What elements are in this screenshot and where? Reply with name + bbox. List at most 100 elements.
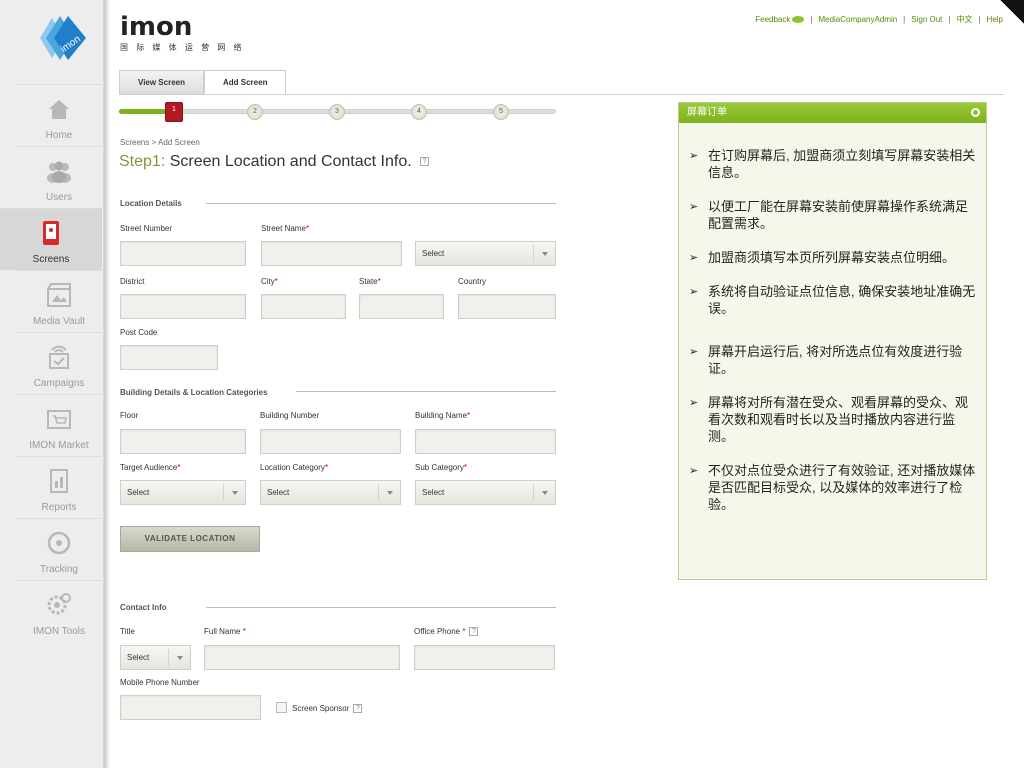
separator: | [948, 15, 951, 24]
office-phone-input[interactable] [414, 645, 555, 670]
gear-icon[interactable] [971, 108, 980, 117]
city-input[interactable] [261, 294, 346, 319]
brand-logo[interactable]: imon 国 际 媒 体 运 营 网 络 [120, 14, 245, 53]
sidebar-item-media-vault[interactable]: Media Vault [16, 270, 102, 332]
sidebar-item-users[interactable]: Users [16, 146, 102, 208]
screen-sponsor-label: Screen Sponsor? [292, 704, 363, 714]
step-4[interactable]: 4 [411, 104, 427, 120]
building-number-input[interactable] [260, 429, 401, 454]
full-name-input[interactable] [204, 645, 400, 670]
validate-location-button[interactable]: VALIDATE LOCATION [120, 526, 260, 552]
section-rule [206, 203, 556, 204]
street-name-label: Street Name* [261, 224, 310, 233]
section-rule [206, 607, 556, 608]
street-type-select[interactable]: Select [415, 241, 556, 266]
home-icon [49, 100, 69, 119]
sidebar-item-label: IMON Market [29, 440, 89, 451]
step-3[interactable]: 3 [329, 104, 345, 120]
panel-list-item: 加盟商须填写本页所列屏幕安装点位明细。 [687, 249, 978, 266]
tab-view-screen[interactable]: View Screen [119, 70, 204, 94]
location-details-heading: Location Details [120, 199, 182, 208]
step-5[interactable]: 5 [493, 104, 509, 120]
sign-out-link[interactable]: Sign Out [911, 15, 942, 24]
panel-list-item: 屏幕开启运行后, 将对所选点位有效度进行验证。 [687, 343, 978, 377]
sidebar: imon Home Users Screens Media Vault Camp… [0, 0, 104, 768]
street-name-input[interactable] [261, 241, 402, 266]
media-vault-icon [47, 283, 71, 307]
screen-order-panel: 屏幕订单 在订购屏幕后, 加盟商须立刻填写屏幕安装相关信息。 以便工厂能在屏幕安… [678, 102, 987, 580]
post-code-label: Post Code [120, 328, 158, 337]
screen-sponsor-checkbox[interactable] [276, 702, 287, 713]
corner-badge[interactable] [1000, 0, 1024, 24]
panel-header: 屏幕订单 [679, 103, 986, 123]
state-input[interactable] [359, 294, 444, 319]
sidebar-item-home[interactable]: Home [16, 84, 102, 146]
office-phone-label: Office Phone *? [414, 627, 479, 637]
floor-label: Floor [120, 411, 139, 420]
step-1[interactable]: 1 [165, 102, 183, 122]
tracking-icon [47, 531, 71, 555]
imon-logo[interactable]: imon [18, 12, 88, 64]
sub-category-label: Sub Category* [415, 463, 468, 472]
country-input[interactable] [458, 294, 556, 319]
page-title: Step1: Screen Location and Contact Info.… [119, 153, 430, 171]
floor-input[interactable] [120, 429, 246, 454]
language-link[interactable]: 中文 [956, 14, 972, 25]
page-title-step: Step1: [119, 153, 166, 170]
breadcrumb[interactable]: Screens > Add Screen [120, 138, 200, 147]
feedback-link[interactable]: Feedback [755, 15, 805, 24]
sidebar-item-screens[interactable]: Screens [0, 208, 102, 270]
help-icon[interactable]: ? [420, 157, 430, 167]
panel-list-item: 以便工厂能在屏幕安装前使屏幕操作系统满足配置需求。 [687, 198, 978, 232]
sidebar-item-tracking[interactable]: Tracking [16, 518, 102, 580]
sidebar-item-label: Tracking [40, 564, 78, 575]
panel-list-item: 不仅对点位受众进行了有效验证, 还对播放媒体是否匹配目标受众, 以及媒体的效率进… [687, 462, 978, 513]
post-code-input[interactable] [120, 345, 218, 370]
sidebar-item-label: Users [45, 192, 73, 203]
top-links: Feedback | MediaCompanyAdmin | Sign Out … [755, 14, 1003, 25]
reports-icon [50, 469, 68, 493]
help-icon[interactable]: ? [353, 704, 363, 714]
street-number-input[interactable] [120, 241, 246, 266]
chevron-down-icon [223, 484, 245, 501]
panel-list-item: 在订购屏幕后, 加盟商须立刻填写屏幕安装相关信息。 [687, 147, 978, 181]
sidebar-item-label: IMON Tools [32, 626, 86, 637]
sidebar-item-imon-market[interactable]: IMON Market [16, 394, 102, 456]
country-label: Country [458, 277, 487, 286]
section-rule [296, 391, 556, 392]
tab-add-screen[interactable]: Add Screen [204, 70, 287, 94]
city-label: City* [261, 277, 278, 286]
sidebar-item-campaigns[interactable]: Campaigns [16, 332, 102, 394]
tab-bar: View Screen Add Screen [119, 70, 287, 94]
panel-list-item: 系统将自动验证点位信息, 确保安装地址准确无误。 [687, 283, 978, 317]
building-details-heading: Building Details & Location Categories [120, 388, 268, 397]
sidebar-item-label: Campaigns [33, 378, 85, 389]
screen-icon [43, 221, 59, 245]
separator: | [810, 15, 813, 24]
help-icon[interactable]: ? [469, 627, 479, 637]
chevron-down-icon [168, 649, 190, 666]
step-progress: 1 2 3 4 5 [119, 102, 556, 122]
sidebar-item-label: Home [45, 130, 73, 141]
separator: | [903, 15, 906, 24]
state-label: State* [359, 277, 381, 286]
location-category-select[interactable]: Select [260, 480, 401, 505]
page-title-text: Screen Location and Contact Info. [169, 153, 412, 170]
target-audience-select[interactable]: Select [120, 480, 246, 505]
panel-list: 在订购屏幕后, 加盟商须立刻填写屏幕安装相关信息。 以便工厂能在屏幕安装前使屏幕… [687, 147, 978, 513]
brand-subtitle: 国 际 媒 体 运 营 网 络 [120, 43, 245, 52]
mobile-phone-label: Mobile Phone Number [120, 678, 200, 687]
target-audience-label: Target Audience* [120, 463, 181, 472]
sidebar-item-imon-tools[interactable]: IMON Tools [16, 580, 102, 642]
title-select[interactable]: Select [120, 645, 191, 670]
account-link[interactable]: MediaCompanyAdmin [818, 15, 897, 24]
sub-category-select[interactable]: Select [415, 480, 556, 505]
users-icon [47, 161, 71, 183]
district-input[interactable] [120, 294, 246, 319]
mobile-phone-input[interactable] [120, 695, 261, 720]
building-name-input[interactable] [415, 429, 556, 454]
full-name-label: Full Name * [204, 627, 246, 636]
sidebar-item-reports[interactable]: Reports [16, 456, 102, 518]
step-2[interactable]: 2 [247, 104, 263, 120]
tab-divider [119, 94, 1004, 95]
